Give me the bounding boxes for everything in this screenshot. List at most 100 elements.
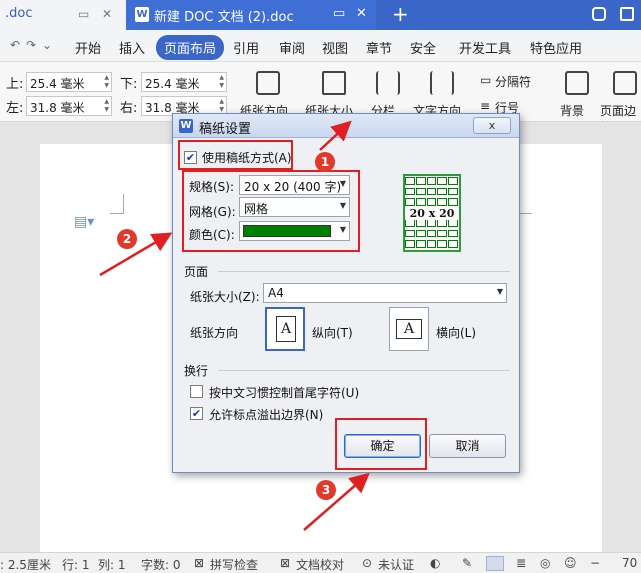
status-position: : 2.5厘米 <box>0 558 51 572</box>
grid-cell <box>448 229 458 238</box>
close-icon[interactable]: ✕ <box>356 6 367 21</box>
monitor-icon[interactable]: ▭ <box>78 7 89 21</box>
theme-icon[interactable] <box>592 7 606 21</box>
menu-sections[interactable]: 章节 <box>366 38 392 57</box>
proofread-button[interactable]: 文档校对 <box>296 556 344 573</box>
paste-options-icon[interactable]: ▤▾ <box>74 214 94 230</box>
portrait-label[interactable]: 纵向(T) <box>312 324 353 341</box>
margin-bottom-input[interactable]: 25.4 毫米 ▲ ▼ <box>141 72 227 92</box>
grid-cell <box>426 198 437 206</box>
layout-icon[interactable] <box>620 7 634 21</box>
landscape-option[interactable]: A <box>389 307 429 351</box>
paper-orientation-icon[interactable] <box>256 71 280 95</box>
grid-cell <box>405 229 415 238</box>
annotation-badge-2: 2 <box>117 229 137 249</box>
separator-icon[interactable]: ▭ <box>480 73 491 87</box>
menu-references[interactable]: 引用 <box>233 38 259 57</box>
grid-cell <box>448 177 458 185</box>
close-icon[interactable]: ✕ <box>102 7 112 21</box>
reading-mode-icon[interactable]: ☺ <box>564 556 577 570</box>
uncertified-status[interactable]: 未认证 <box>378 556 414 573</box>
menu-security[interactable]: 安全 <box>410 38 436 57</box>
paper-orientation-label: 纸张方向 <box>190 326 239 340</box>
portrait-page-icon: A <box>276 316 296 342</box>
menu-developer[interactable]: 开发工具 <box>459 38 511 57</box>
title-bar: .doc ▭ ✕ W 新建 DOC 文档 (2).doc ▭ ✕ + <box>0 0 641 30</box>
annotation-box-1 <box>178 140 293 170</box>
tab-doc[interactable]: .doc ▭ ✕ <box>0 0 126 30</box>
cjk-rules-checkbox[interactable] <box>190 385 203 398</box>
margin-left-input[interactable]: 31.8 毫米 ▲ ▼ <box>26 96 112 116</box>
landscape-page-icon: A <box>396 319 422 339</box>
grid-cell <box>405 219 415 227</box>
view-icon[interactable]: ◐ <box>430 556 440 570</box>
page-border-icon[interactable] <box>613 71 637 95</box>
spellcheck-icon[interactable]: ⊠ <box>194 556 204 570</box>
tab-doc-name: .doc <box>5 6 33 21</box>
zoom-level[interactable]: 70 <box>622 556 637 570</box>
minus-icon[interactable]: − <box>590 556 600 570</box>
tab-new-doc-name: 新建 DOC 文档 (2).doc <box>154 10 294 25</box>
tab-new-doc[interactable]: W 新建 DOC 文档 (2).doc ▭ ✕ <box>126 0 376 30</box>
line-number-icon[interactable]: ≡ <box>480 99 490 113</box>
grid-cell <box>415 240 426 248</box>
edit-icon[interactable]: ✎ <box>462 556 472 570</box>
margin-top-input[interactable]: 25.4 毫米 ▲ ▼ <box>26 72 112 92</box>
grid-preview: 20 x 20 <box>403 174 461 252</box>
grid-cell <box>448 187 458 196</box>
columns-icon[interactable] <box>376 71 400 95</box>
divider <box>218 271 510 272</box>
grid-cell <box>426 219 437 227</box>
grid-cell <box>426 229 437 238</box>
margin-corner-mark <box>110 194 124 214</box>
outline-view-icon[interactable]: ≣ <box>516 556 526 570</box>
allow-overflow-label[interactable]: 允许标点溢出边界(N) <box>209 406 323 423</box>
web-view-icon[interactable]: ◎ <box>540 556 550 570</box>
undo-icon[interactable]: ↶ <box>10 38 20 52</box>
cjk-rules-label[interactable]: 按中文习惯控制首尾字符(U) <box>209 384 359 401</box>
new-tab-button[interactable]: + <box>392 2 409 26</box>
menu-insert[interactable]: 插入 <box>119 38 145 57</box>
page-section-label: 页面 <box>184 265 209 279</box>
monitor-icon[interactable]: ▭ <box>333 6 345 21</box>
margin-top-label: 上: <box>6 77 24 92</box>
menu-view[interactable]: 视图 <box>322 38 348 57</box>
annotation-badge-3: 3 <box>316 480 336 500</box>
redo-icon[interactable]: ↷ <box>26 38 36 52</box>
uncertified-icon[interactable]: ⊙ <box>362 556 372 570</box>
grid-cell <box>448 240 458 248</box>
menu-review[interactable]: 审阅 <box>279 38 305 57</box>
menu-page-layout[interactable]: 页面布局 <box>156 35 225 60</box>
background-icon[interactable] <box>565 71 589 95</box>
grid-cell <box>415 187 426 196</box>
cancel-button[interactable]: 取消 <box>429 434 506 458</box>
grid-cell <box>415 198 426 206</box>
spellcheck-button[interactable]: 拼写检查 <box>210 556 258 573</box>
grid-cell <box>437 229 448 238</box>
menu-bar: ↶ ↷ ⌄ 开始 插入 页面布局 引用 审阅 视图 章节 安全 开发工具 特色应… <box>0 30 641 62</box>
portrait-option[interactable]: A <box>265 307 305 351</box>
status-word-count[interactable]: 字数: 0 <box>141 556 181 573</box>
landscape-label[interactable]: 横向(L) <box>436 324 476 341</box>
annotation-badge-1: 1 <box>315 152 335 172</box>
separator-button[interactable]: 分隔符 <box>495 73 531 90</box>
menu-home[interactable]: 开始 <box>75 38 101 57</box>
allow-overflow-checkbox[interactable]: ✔ <box>190 407 203 420</box>
proofread-icon[interactable]: ⊠ <box>280 556 290 570</box>
grid-cell <box>405 198 415 206</box>
paper-size-select[interactable]: A4 ▼ <box>263 283 507 303</box>
text-direction-icon[interactable] <box>430 71 454 95</box>
status-line: 行: 1 <box>62 558 90 572</box>
chevron-down-icon[interactable]: ⌄ <box>42 38 52 52</box>
dialog-close-button[interactable]: x <box>473 117 511 134</box>
menu-special[interactable]: 特色应用 <box>530 38 582 57</box>
grid-cell <box>448 219 458 227</box>
paper-size-label: 纸张大小(Z): <box>190 290 260 304</box>
grid-cell <box>437 177 448 185</box>
dialog-title-bar[interactable]: W 稿纸设置 x <box>173 114 519 138</box>
grid-cell <box>405 177 415 185</box>
annotation-box-3 <box>335 418 427 470</box>
background-button[interactable]: 背景 <box>560 102 584 119</box>
page-view-icon[interactable] <box>486 556 504 571</box>
paper-size-icon[interactable] <box>322 71 346 95</box>
